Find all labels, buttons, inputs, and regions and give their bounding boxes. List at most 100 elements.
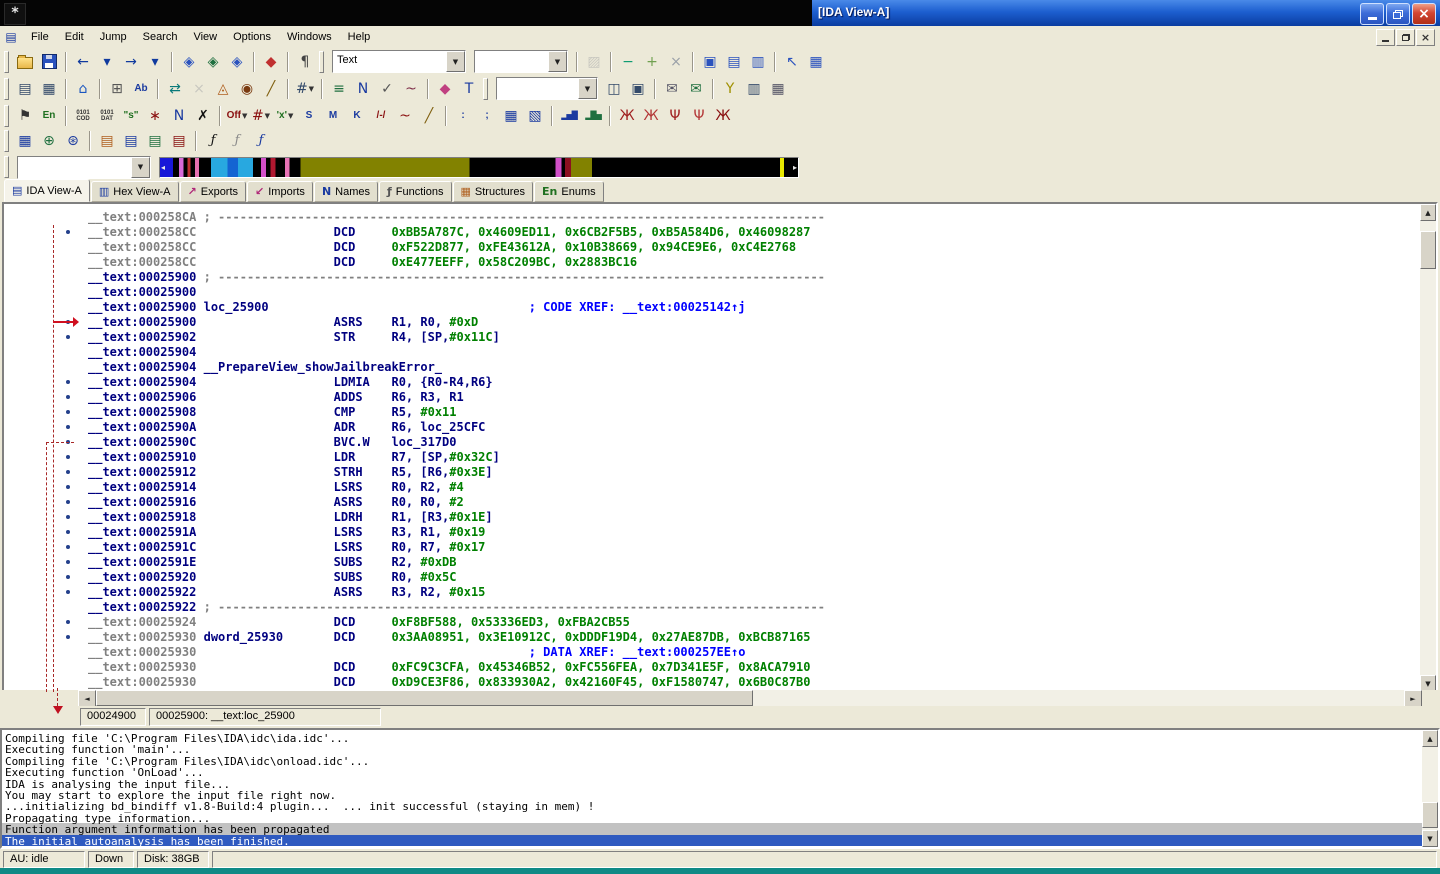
mail-fetch-button[interactable]: ✉ (685, 78, 707, 100)
jump-problem-button[interactable]: ¶ (294, 51, 316, 73)
reanalyze-button[interactable]: ◉ (236, 78, 258, 100)
asm-line[interactable]: __text:00025904 (4, 345, 1420, 360)
scroll-up-button[interactable]: ▲ (1422, 730, 1438, 747)
edit-text-button[interactable]: ╱ (260, 78, 282, 100)
mdi-minimize-button[interactable] (1376, 29, 1395, 46)
mdi-close-button[interactable]: × (1416, 29, 1435, 46)
clear-search-button[interactable]: ▨ (583, 51, 605, 73)
asm-line[interactable]: __text:00025922 ASRS R3, R2, #0x15 (4, 585, 1420, 600)
chevron-down-icon[interactable]: ▼ (242, 112, 247, 120)
produce-asm-file-button[interactable]: ▤ (168, 130, 190, 152)
open-structures-button[interactable]: ▦ (14, 130, 36, 152)
ascii-chart-button[interactable]: Ab (130, 78, 152, 100)
search-data-button[interactable]: ◈ (178, 51, 200, 73)
struct-offset-button[interactable]: ▧ (524, 105, 546, 127)
names-list-button[interactable]: N (352, 78, 374, 100)
asm-line[interactable]: __text:00025904 __PrepareView_showJailbr… (4, 360, 1420, 375)
xrefs-graph-from-button[interactable]: Ж (640, 105, 662, 127)
search-error-button[interactable]: ◆ (260, 51, 282, 73)
chevron-down-icon[interactable]: ▼ (578, 78, 597, 99)
scroll-up-button[interactable]: ▲ (1420, 204, 1436, 221)
chart-functions-button[interactable]: ▂▅█ (558, 105, 580, 127)
tab-structures[interactable]: ▦Structures (453, 181, 534, 202)
scroll-thumb[interactable] (1420, 231, 1436, 269)
undefine-button[interactable]: ✗ (192, 105, 214, 127)
op-char-button[interactable]: 'x'▼ (274, 105, 296, 127)
toolbar-grip[interactable] (319, 51, 324, 73)
make-data-button[interactable]: 0101DAT (96, 105, 118, 127)
menu-windows[interactable]: Windows (279, 29, 340, 45)
chart-flow-button[interactable]: ▂█▅ (582, 105, 604, 127)
enter-repeatable-comment-button[interactable]: ; (476, 105, 498, 127)
asm-line[interactable]: __text:0002590C BVC.W loc_317D0 (4, 435, 1420, 450)
toolbar-grip[interactable] (4, 51, 9, 73)
open-file-button[interactable] (14, 51, 36, 73)
scroll-track[interactable] (1420, 221, 1436, 675)
tab-enums[interactable]: EnEnums (534, 181, 604, 202)
output-line[interactable]: Executing function 'OnLoad'... (2, 766, 1422, 777)
setup-columns-button[interactable]: ▦ (767, 78, 789, 100)
marker-flag-button[interactable]: ⚑ (14, 105, 36, 127)
navband-collapse-button[interactable]: − (617, 51, 639, 73)
menu-jump[interactable]: Jump (92, 29, 135, 45)
toolbar-grip[interactable] (4, 78, 9, 100)
make-array-button[interactable]: ∗ (144, 105, 166, 127)
user-xrefs-chart-button[interactable]: Ж (712, 105, 734, 127)
navband-left-arrow-icon[interactable]: ◂ (161, 163, 165, 172)
op-offset-button[interactable]: Off▼ (226, 105, 248, 127)
tab-ida-view-a[interactable]: ▤IDA View-A (4, 179, 90, 202)
output-line[interactable]: Compiling file 'C:\Program Files\IDA\idc… (2, 755, 1422, 766)
asm-line[interactable]: __text:00025900 (4, 285, 1420, 300)
ida-app-icon[interactable]: * (4, 3, 26, 25)
asm-line[interactable]: __text:00025918 LDRH R1, [R3,#0x1E] (4, 510, 1420, 525)
text-item-button[interactable]: T (458, 78, 480, 100)
search-sequence-button[interactable]: ◈ (226, 51, 248, 73)
asm-line[interactable]: __text:000258CA ; ----------------------… (4, 210, 1420, 225)
asm-line[interactable]: __text:000258CC DCD 0xF522D877, 0xFE4361… (4, 240, 1420, 255)
tab-names[interactable]: NNames (314, 181, 378, 202)
asm-line[interactable]: __text:00025924 DCD 0xF8BF588, 0x53336ED… (4, 615, 1420, 630)
tab-functions[interactable]: ƒFunctions (379, 181, 452, 202)
menu-file[interactable]: File (23, 29, 57, 45)
color-item-button[interactable]: ◆ (434, 78, 456, 100)
windows-list-button[interactable]: ▦ (805, 51, 827, 73)
analyze-area-button[interactable]: ◬ (212, 78, 234, 100)
asm-line[interactable]: __text:00025900 ASRS R1, R0, #0xD (4, 315, 1420, 330)
chevron-down-icon[interactable]: ▼ (265, 112, 270, 120)
op-manual-button[interactable]: ╱ (418, 105, 440, 127)
output-vertical-scrollbar[interactable]: ▲ ▼ (1422, 730, 1438, 847)
navband-expand-button[interactable]: + (641, 51, 663, 73)
enums-window-button[interactable]: En (38, 105, 60, 127)
asm-line[interactable]: __text:0002591C LSRS R0, R7, #0x17 (4, 540, 1420, 555)
asm-line[interactable]: __text:00025904 LDMIA R0, {R0-R4,R6} (4, 375, 1420, 390)
output-line[interactable]: IDA is analysing the input file... (2, 778, 1422, 789)
menu-help[interactable]: Help (340, 29, 379, 45)
toolbar-grip[interactable] (4, 156, 9, 178)
cancel-analysis-button[interactable]: × (188, 78, 210, 100)
disasm-vertical-scrollbar[interactable]: ▲ ▼ (1420, 204, 1436, 692)
navband-combo[interactable]: ▼ (17, 156, 151, 179)
asm-line[interactable]: __text:00025930 ; DATA XREF: __text:0002… (4, 645, 1420, 660)
mail-report-button[interactable]: ✉ (661, 78, 683, 100)
op-stackvar-button[interactable]: K (346, 105, 368, 127)
asm-line[interactable]: __text:00025914 LSRS R0, R2, #4 (4, 480, 1420, 495)
scroll-track[interactable] (1422, 747, 1438, 830)
asm-line[interactable]: __text:0002591E SUBS R2, #0xDB (4, 555, 1420, 570)
enter-comment-button[interactable]: : (452, 105, 474, 127)
disasm-horizontal-scrollbar[interactable]: ◄ ► (78, 690, 1422, 706)
asm-line[interactable]: __text:000258CC DCD 0xBB5A787C, 0x4609ED… (4, 225, 1420, 240)
split-view-button[interactable]: ◫ (603, 78, 625, 100)
windows-tile-vertically-button[interactable]: ▥ (747, 51, 769, 73)
produce-map-file-button[interactable]: ▤ (144, 130, 166, 152)
asm-line[interactable]: __text:00025900 ; ----------------------… (4, 270, 1420, 285)
close-button[interactable]: × (1412, 3, 1436, 25)
output-line[interactable]: The initial autoanalysis has been finish… (2, 835, 1422, 846)
create-function-button[interactable]: ƒ (202, 130, 224, 152)
function-tails-button[interactable]: ƒ (250, 130, 272, 152)
asm-line[interactable]: __text:000258CC DCD 0xE477EEFF, 0x58C209… (4, 255, 1420, 270)
show-segments-button[interactable]: ▤ (14, 78, 36, 100)
caller-tree-button[interactable]: Ψ (688, 105, 710, 127)
rename-button[interactable]: N (168, 105, 190, 127)
scroll-thumb[interactable] (96, 690, 753, 706)
chevron-down-icon[interactable]: ▼ (446, 51, 465, 72)
